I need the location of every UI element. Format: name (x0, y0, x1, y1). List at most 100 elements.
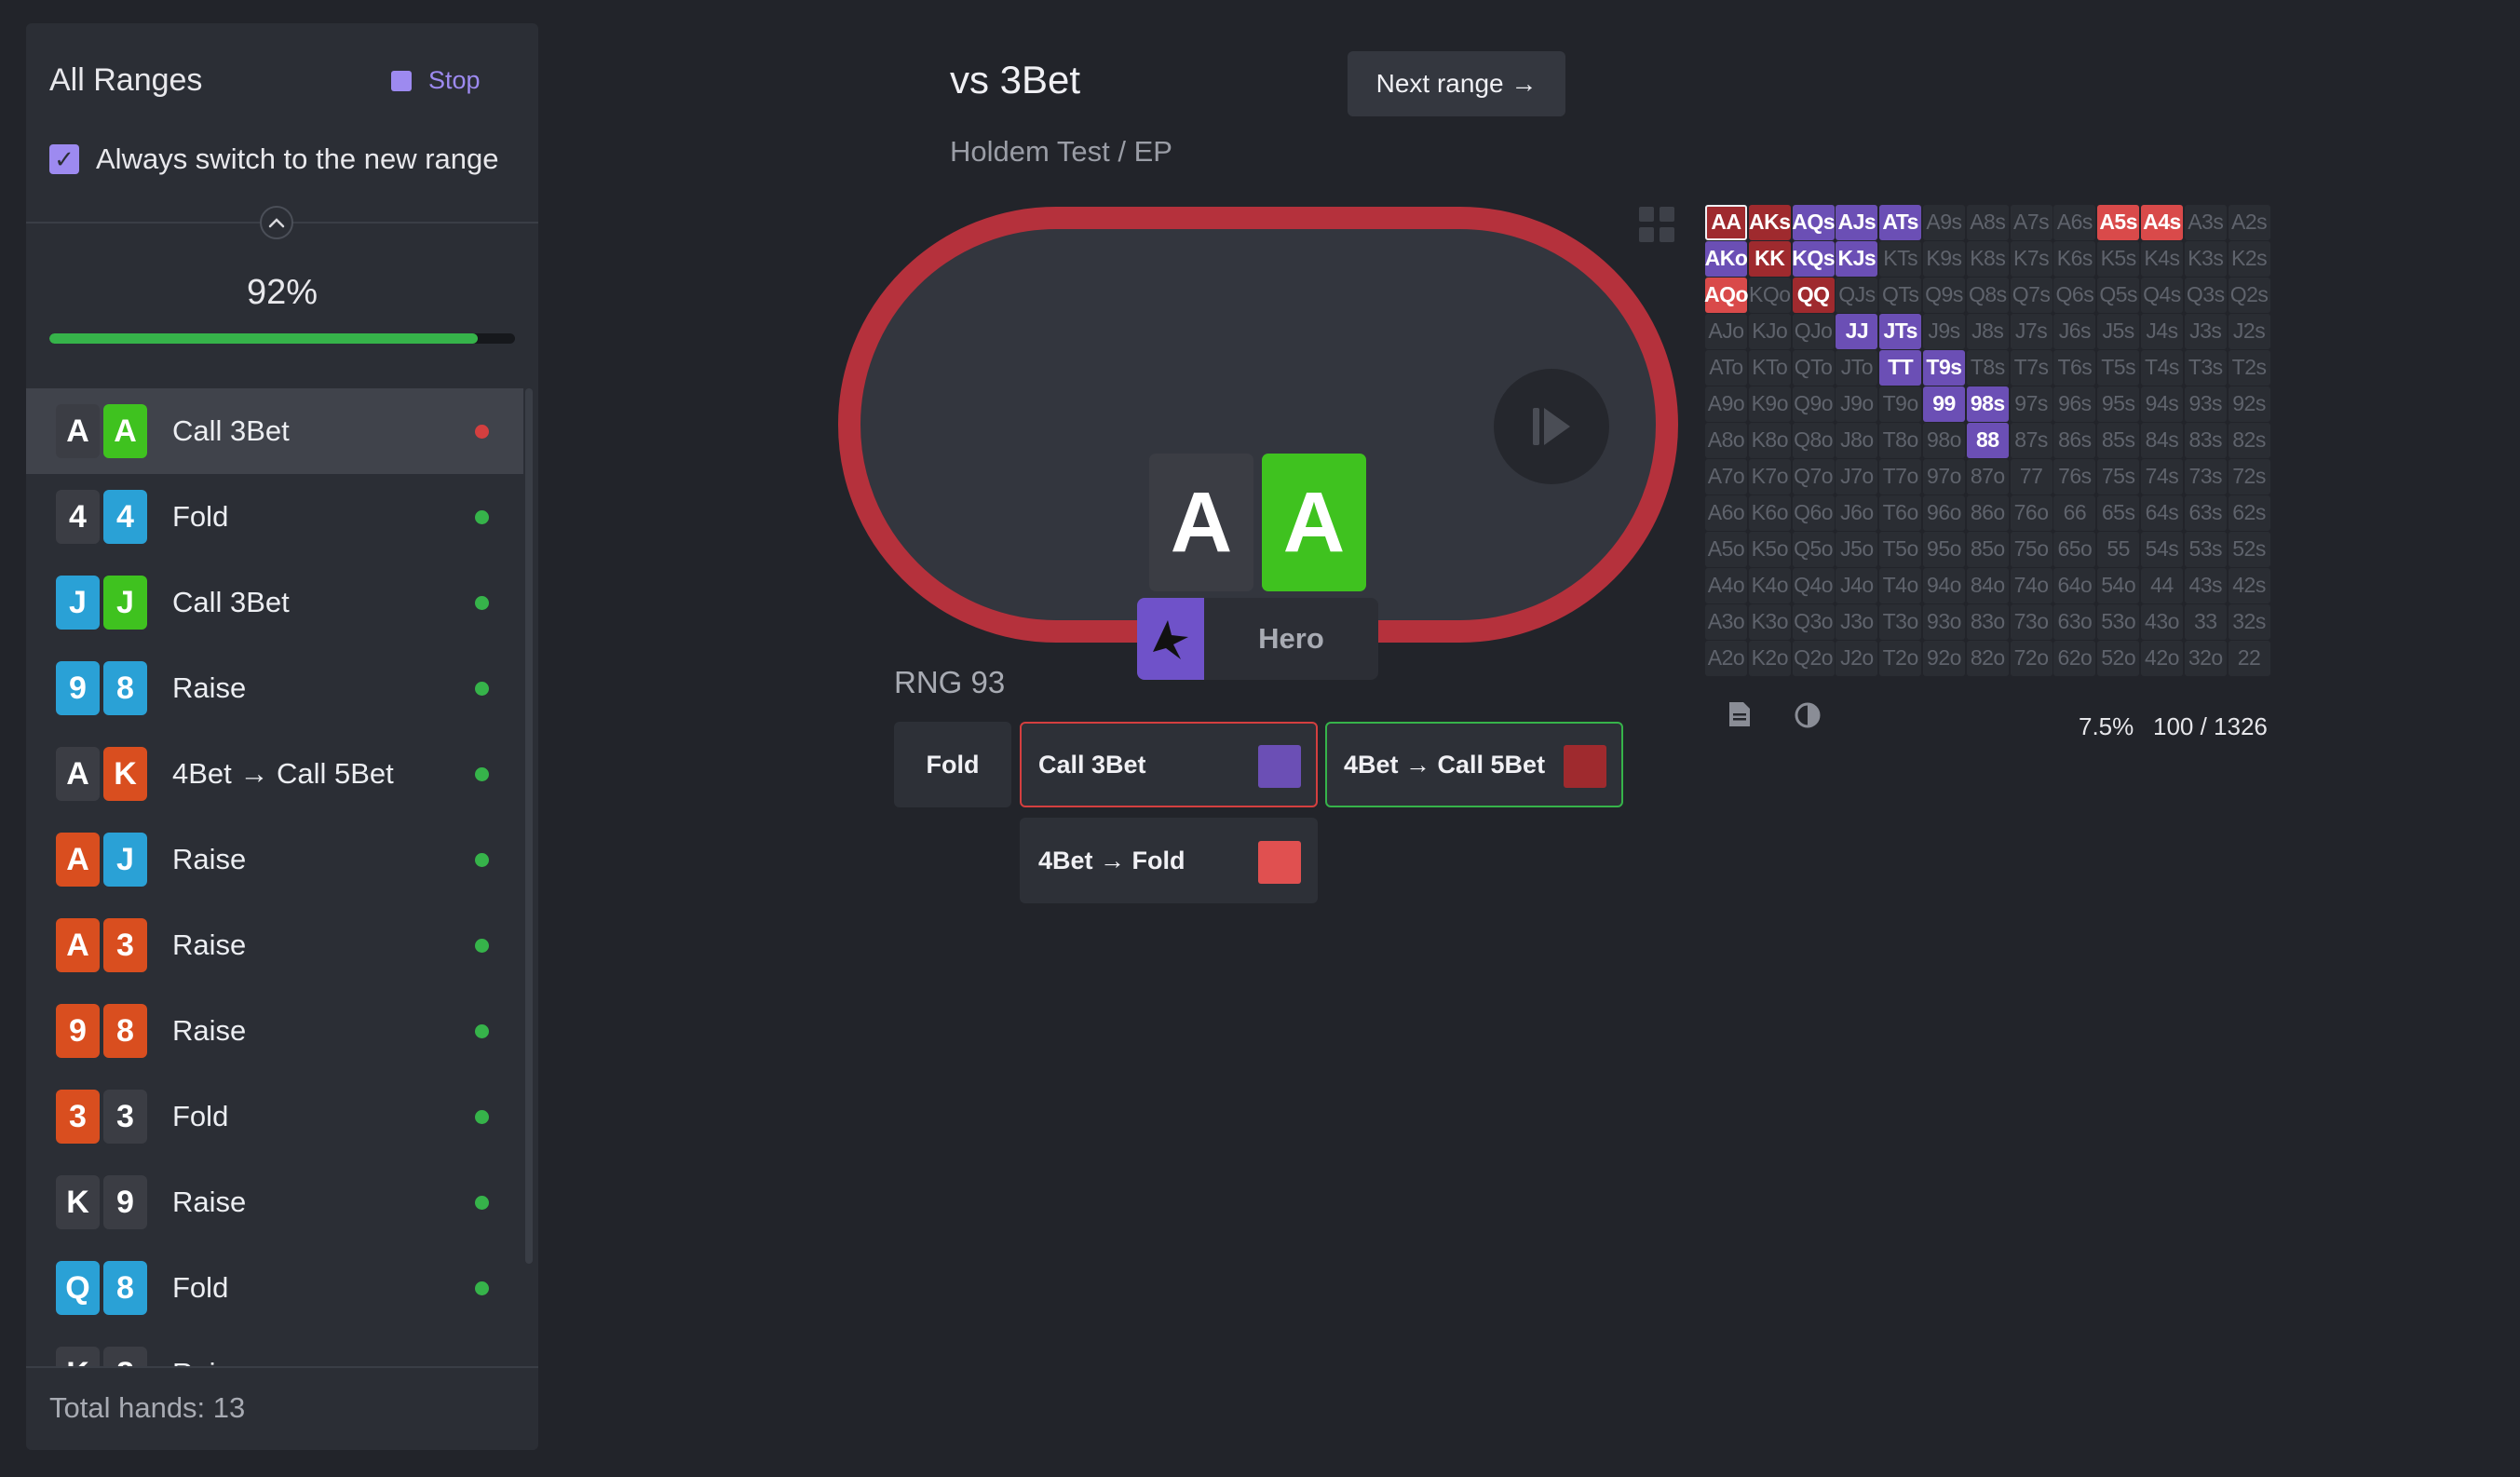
matrix-cell-T9s[interactable]: T9s (1922, 350, 1965, 386)
matrix-cell-93o[interactable]: 93o (1922, 604, 1965, 640)
matrix-cell-T6o[interactable]: T6o (1879, 495, 1922, 531)
matrix-cell-QJs[interactable]: QJs (1836, 278, 1878, 313)
matrix-cell-42s[interactable]: 42s (2228, 568, 2270, 603)
matrix-cell-94s[interactable]: 94s (2140, 386, 2183, 422)
matrix-cell-K9s[interactable]: K9s (1922, 241, 1965, 277)
matrix-cell-K3s[interactable]: K3s (2184, 241, 2227, 277)
matrix-cell-A6o[interactable]: A6o (1705, 495, 1747, 531)
matrix-cell-42o[interactable]: 42o (2140, 641, 2183, 676)
matrix-cell-QJo[interactable]: QJo (1792, 314, 1835, 349)
matrix-cell-94o[interactable]: 94o (1922, 568, 1965, 603)
hand-row[interactable]: A 3 Raise (26, 902, 523, 988)
matrix-cell-A5s[interactable]: A5s (2097, 205, 2140, 240)
matrix-cell-TT[interactable]: TT (1879, 350, 1922, 386)
matrix-cell-A6s[interactable]: A6s (2053, 205, 2096, 240)
contrast-icon[interactable] (1794, 701, 1822, 737)
matrix-cell-83s[interactable]: 83s (2184, 423, 2227, 458)
matrix-cell-J5o[interactable]: J5o (1836, 532, 1878, 567)
matrix-cell-99[interactable]: 99 (1922, 386, 1965, 422)
matrix-cell-64s[interactable]: 64s (2140, 495, 2183, 531)
matrix-cell-33[interactable]: 33 (2184, 604, 2227, 640)
matrix-cell-97s[interactable]: 97s (2010, 386, 2053, 422)
matrix-cell-J3o[interactable]: J3o (1836, 604, 1878, 640)
matrix-cell-AJo[interactable]: AJo (1705, 314, 1747, 349)
matrix-cell-T7s[interactable]: T7s (2010, 350, 2053, 386)
matrix-cell-K7o[interactable]: K7o (1748, 459, 1791, 495)
matrix-cell-A3o[interactable]: A3o (1705, 604, 1747, 640)
matrix-cell-KJs[interactable]: KJs (1836, 241, 1878, 277)
matrix-cell-J5s[interactable]: J5s (2097, 314, 2140, 349)
matrix-cell-82s[interactable]: 82s (2228, 423, 2270, 458)
matrix-cell-54s[interactable]: 54s (2140, 532, 2183, 567)
grid-view-icon[interactable] (1639, 207, 1674, 242)
always-switch-checkbox[interactable]: ✓ (49, 144, 79, 174)
matrix-cell-75o[interactable]: 75o (2010, 532, 2053, 567)
matrix-cell-K2o[interactable]: K2o (1748, 641, 1791, 676)
matrix-cell-J6o[interactable]: J6o (1836, 495, 1878, 531)
matrix-cell-T4o[interactable]: T4o (1879, 568, 1922, 603)
matrix-cell-T5o[interactable]: T5o (1879, 532, 1922, 567)
matrix-cell-Q3s[interactable]: Q3s (2184, 278, 2227, 313)
matrix-cell-84o[interactable]: 84o (1966, 568, 2009, 603)
matrix-cell-32o[interactable]: 32o (2184, 641, 2227, 676)
matrix-cell-92s[interactable]: 92s (2228, 386, 2270, 422)
matrix-cell-J2o[interactable]: J2o (1836, 641, 1878, 676)
collapse-chevron-up-icon[interactable] (260, 206, 293, 239)
matrix-cell-A9o[interactable]: A9o (1705, 386, 1747, 422)
matrix-cell-J7o[interactable]: J7o (1836, 459, 1878, 495)
matrix-cell-A2o[interactable]: A2o (1705, 641, 1747, 676)
matrix-cell-ATs[interactable]: ATs (1879, 205, 1922, 240)
matrix-cell-62o[interactable]: 62o (2053, 641, 2096, 676)
matrix-cell-J8o[interactable]: J8o (1836, 423, 1878, 458)
matrix-cell-83o[interactable]: 83o (1966, 604, 2009, 640)
stop-button[interactable]: Stop (391, 66, 481, 95)
matrix-cell-66[interactable]: 66 (2053, 495, 2096, 531)
matrix-cell-J9s[interactable]: J9s (1922, 314, 1965, 349)
matrix-cell-T2o[interactable]: T2o (1879, 641, 1922, 676)
matrix-cell-Q8o[interactable]: Q8o (1792, 423, 1835, 458)
matrix-cell-KJo[interactable]: KJo (1748, 314, 1791, 349)
matrix-cell-KK[interactable]: KK (1748, 241, 1791, 277)
matrix-cell-Q7s[interactable]: Q7s (2010, 278, 2053, 313)
matrix-cell-72s[interactable]: 72s (2228, 459, 2270, 495)
matrix-cell-76s[interactable]: 76s (2053, 459, 2096, 495)
matrix-cell-87o[interactable]: 87o (1966, 459, 2009, 495)
matrix-cell-32s[interactable]: 32s (2228, 604, 2270, 640)
matrix-cell-K4s[interactable]: K4s (2140, 241, 2183, 277)
4bet-fold-action-button[interactable]: 4Bet → Fold (1020, 818, 1318, 903)
matrix-cell-A7s[interactable]: A7s (2010, 205, 2053, 240)
matrix-cell-Q6s[interactable]: Q6s (2053, 278, 2096, 313)
matrix-cell-AA[interactable]: AA (1705, 205, 1747, 240)
matrix-cell-T8s[interactable]: T8s (1966, 350, 2009, 386)
matrix-cell-KTo[interactable]: KTo (1748, 350, 1791, 386)
matrix-cell-22[interactable]: 22 (2228, 641, 2270, 676)
matrix-cell-73o[interactable]: 73o (2010, 604, 2053, 640)
matrix-cell-J4o[interactable]: J4o (1836, 568, 1878, 603)
matrix-cell-Q5o[interactable]: Q5o (1792, 532, 1835, 567)
matrix-cell-Q6o[interactable]: Q6o (1792, 495, 1835, 531)
matrix-cell-Q4s[interactable]: Q4s (2140, 278, 2183, 313)
matrix-cell-98s[interactable]: 98s (1966, 386, 2009, 422)
matrix-cell-72o[interactable]: 72o (2010, 641, 2053, 676)
4bet-call-5bet-action-button[interactable]: 4Bet → Call 5Bet (1325, 722, 1623, 807)
matrix-cell-J7s[interactable]: J7s (2010, 314, 2053, 349)
matrix-cell-AQo[interactable]: AQo (1704, 278, 1749, 313)
matrix-cell-43o[interactable]: 43o (2140, 604, 2183, 640)
matrix-cell-K9o[interactable]: K9o (1748, 386, 1791, 422)
matrix-cell-AQs[interactable]: AQs (1792, 205, 1836, 240)
matrix-cell-44[interactable]: 44 (2140, 568, 2183, 603)
matrix-cell-Q4o[interactable]: Q4o (1792, 568, 1835, 603)
matrix-cell-Q3o[interactable]: Q3o (1792, 604, 1835, 640)
matrix-cell-82o[interactable]: 82o (1966, 641, 2009, 676)
matrix-cell-K4o[interactable]: K4o (1748, 568, 1791, 603)
hand-row[interactable]: A J Raise (26, 817, 523, 902)
matrix-cell-Q2o[interactable]: Q2o (1792, 641, 1835, 676)
matrix-cell-AJs[interactable]: AJs (1836, 205, 1878, 240)
matrix-cell-Q9o[interactable]: Q9o (1792, 386, 1835, 422)
matrix-cell-K8s[interactable]: K8s (1966, 241, 2009, 277)
matrix-cell-J3s[interactable]: J3s (2184, 314, 2227, 349)
matrix-cell-QTs[interactable]: QTs (1879, 278, 1922, 313)
matrix-cell-74o[interactable]: 74o (2010, 568, 2053, 603)
matrix-cell-J8s[interactable]: J8s (1966, 314, 2009, 349)
matrix-cell-KTs[interactable]: KTs (1879, 241, 1922, 277)
